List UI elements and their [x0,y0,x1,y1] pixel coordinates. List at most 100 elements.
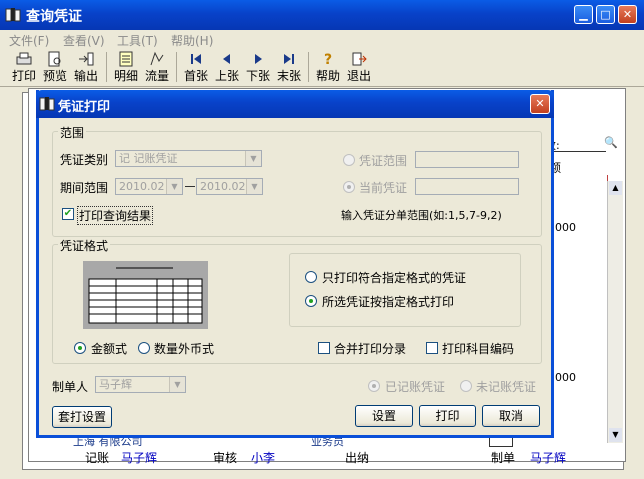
magnifier-icon[interactable]: 🔍 [604,136,620,150]
period-range-label: 期间范围 [60,181,109,195]
first-icon [191,54,201,64]
previous-tool-button[interactable]: 上张 [213,50,241,84]
preview-tool-button[interactable]: 预览 [41,50,69,84]
dialog-icon [39,97,55,111]
setup-button[interactable]: 设置 [355,405,413,427]
first-tool-label: 首张 [183,69,208,83]
chevron-down-icon: ▼ [245,151,261,166]
chevron-down-icon: ▼ [169,377,185,392]
selected-format-label: 所选凭证按指定格式打印 [322,295,455,309]
flow-tool-label: 流量 [144,69,169,83]
foreign-currency-style-label: 数量外币式 [154,342,215,356]
next-tool-label: 下张 [245,69,270,83]
exit-tool-label: 退出 [346,69,371,83]
range-hint: 输入凭证分单范围(如:1,5,7-9,2) [341,209,502,222]
window-titlebar: 查询凭证 ▁ □ ✕ [0,0,644,30]
menu-view[interactable]: 查看(V) [63,32,105,49]
voucher-range-radio[interactable] [343,154,355,166]
voucher-type-select[interactable]: 记 记账凭证 ▼ [115,150,262,167]
voucher-range-input[interactable] [415,151,519,168]
range-group-label: 范围 [58,124,87,141]
toolbar: 打印 预览 输出 明细 流量 首张 上张 下张 末张 ? 帮助 退出 [0,48,644,87]
last-tool-button[interactable]: 末张 [275,50,303,84]
flow-icon [150,51,164,66]
only-matching-format-radio[interactable] [305,271,317,283]
print-query-results-checkbox[interactable]: ✔ [62,208,74,220]
bookkeeper-label: 记账 [85,451,110,465]
print-mode-group [289,253,521,327]
dialog-close-button[interactable]: ✕ [530,94,550,114]
period-from-select[interactable]: 2010.02 ▼ [115,178,183,195]
print-setup-button[interactable]: 套打设置 [52,406,112,428]
window-title: 查询凭证 [26,9,82,25]
merge-entries-label: 合并打印分录 [334,342,407,356]
previous-tool-label: 上张 [214,69,239,83]
last-icon [284,54,294,64]
voucher-type-value: 记 记账凭证 [119,152,178,165]
menu-help[interactable]: 帮助(H) [171,32,213,49]
menu-file[interactable]: 文件(F) [9,32,49,49]
next-icon [255,54,262,64]
period-to-select[interactable]: 2010.02 ▼ [196,178,263,195]
maximize-button[interactable]: □ [596,5,615,24]
posted-radio[interactable] [368,380,380,392]
close-button[interactable]: ✕ [618,5,637,24]
current-voucher-input[interactable] [415,178,519,195]
exit-tool-button[interactable]: 退出 [345,50,373,84]
export-icon [79,52,94,66]
first-tool-button[interactable]: 首张 [182,50,210,84]
detail-tool-button[interactable]: 明细 [112,50,140,84]
minimize-button[interactable]: ▁ [574,5,593,24]
print-tool-label: 打印 [11,69,36,83]
voucher-range-label: 凭证范围 [359,154,408,168]
chevron-down-icon: ▼ [166,179,182,194]
print-tool-button[interactable]: 打印 [10,50,38,84]
format-group-label: 凭证格式 [58,237,111,254]
only-matching-format-label: 只打印符合指定格式的凭证 [322,271,467,285]
dialog-titlebar: 凭证打印 ✕ [36,90,554,118]
print-account-code-label: 打印科目编码 [442,342,515,356]
last-tool-label: 末张 [276,69,301,83]
print-account-code-checkbox[interactable] [426,342,438,354]
next-tool-button[interactable]: 下张 [244,50,272,84]
menu-bar: 文件(F) 查看(V) 工具(T) 帮助(H) [0,30,644,48]
posted-label: 已记账凭证 [385,380,446,394]
app-icon [5,8,21,22]
unposted-radio[interactable] [460,380,472,392]
amount-style-label: 金额式 [91,342,128,356]
cashier-label: 出纳 [345,451,370,465]
voucher-type-label: 凭证类别 [60,153,109,167]
exit-icon [352,52,367,66]
current-voucher-radio[interactable] [343,181,355,193]
help-tool-label: 帮助 [315,69,340,83]
amount-style-radio[interactable] [74,342,86,354]
foreign-currency-style-radio[interactable] [138,342,150,354]
printer-icon [16,52,32,65]
cancel-button[interactable]: 取消 [482,405,540,427]
toolbar-separator [106,52,107,82]
current-voucher-label: 当前凭证 [359,181,408,195]
reviewer-label: 审核 [213,451,238,465]
export-tool-button[interactable]: 输出 [72,50,100,84]
svg-text:?: ? [324,52,332,67]
vertical-scrollbar[interactable]: ▲ ▼ [607,181,623,443]
maker-select[interactable]: 马子辉 ▼ [95,376,186,393]
bookkeeper-name: 马子辉 [121,451,158,465]
unposted-label: 未记账凭证 [476,380,537,394]
help-tool-button[interactable]: ? 帮助 [314,50,342,84]
selected-format-radio[interactable] [305,295,317,307]
help-icon: ? [324,52,332,67]
dialog-title: 凭证打印 [58,100,111,115]
reviewer-name: 小李 [251,451,276,465]
print-query-results-label: 打印查询结果 [77,206,154,225]
menu-tools[interactable]: 工具(T) [117,32,158,49]
preview-icon [48,51,61,67]
flow-tool-button[interactable]: 流量 [143,50,171,84]
previous-icon [223,54,230,64]
detail-tool-label: 明细 [113,69,138,83]
print-button[interactable]: 打印 [419,405,476,427]
toolbar-separator [176,52,177,82]
period-to-value: 2010.02 [200,180,246,193]
maker-label: 制单人 [52,380,89,394]
merge-entries-checkbox[interactable] [318,342,330,354]
